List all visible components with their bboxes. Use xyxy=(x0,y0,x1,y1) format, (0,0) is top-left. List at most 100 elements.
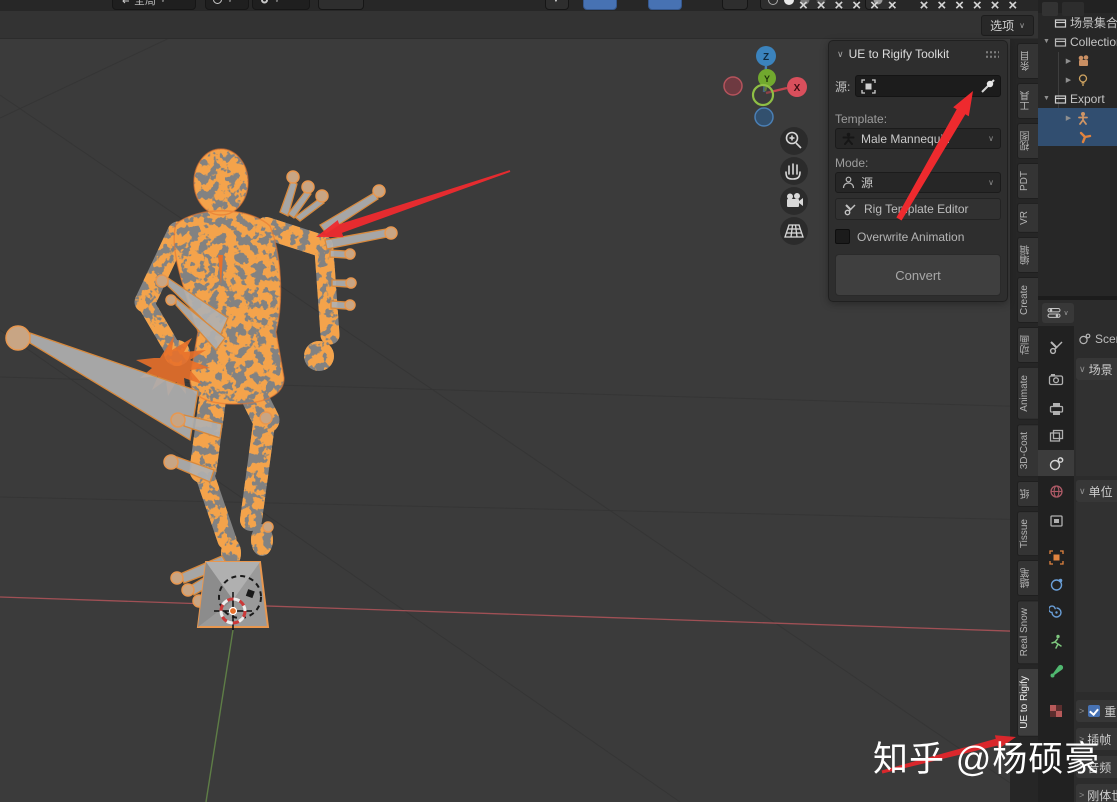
transform-pivot-buttons[interactable] xyxy=(318,0,364,10)
gizmo-neg-y-ball xyxy=(751,83,775,107)
y-axis-line xyxy=(205,629,234,802)
units-panel-header[interactable]: ∨ 单位 xyxy=(1076,480,1117,502)
gizmo-x-label: X xyxy=(794,83,801,94)
x-axis-line xyxy=(0,596,1038,633)
zoom-button[interactable] xyxy=(780,127,808,155)
tab-paper[interactable]: 纸 xyxy=(1017,480,1038,507)
collection-properties-tab[interactable] xyxy=(1038,508,1074,534)
tab-vr[interactable]: VR xyxy=(1017,203,1038,233)
chevron-down-icon: ∨ xyxy=(988,178,994,187)
header-dropdown-arrow[interactable]: ▼ xyxy=(545,0,569,10)
bone-icon xyxy=(1050,664,1063,677)
tab-ue-to-rigify[interactable]: UE to Rigify xyxy=(1017,668,1038,738)
overwrite-animation-checkbox[interactable] xyxy=(835,229,850,244)
navigation-gizmo[interactable]: Z Y X xyxy=(723,46,807,127)
export-collection-label: Export xyxy=(1070,91,1105,106)
bone-joint-icon xyxy=(1079,131,1092,143)
scene-panel-body xyxy=(1076,380,1117,476)
triangle-down-icon: ▼ xyxy=(552,0,560,4)
tab-animate[interactable]: Animate xyxy=(1017,366,1038,420)
convert-button[interactable]: Convert xyxy=(835,254,1001,296)
tool-icon xyxy=(1049,340,1062,354)
gravity-panel-header[interactable]: > 重力 xyxy=(1076,700,1117,722)
outliner-row-light[interactable]: ▶ xyxy=(1038,70,1117,89)
data-properties-tab[interactable] xyxy=(1038,658,1074,684)
overwrite-animation-label: Overwrite Animation xyxy=(857,229,965,244)
tab-animation[interactable]: 动画 xyxy=(1017,326,1038,363)
chevron-right-icon: > xyxy=(1079,790,1085,800)
outliner-row-export-collection[interactable]: ▼ Export xyxy=(1038,89,1117,108)
show-gizmo-toggle[interactable] xyxy=(583,0,617,10)
world-properties-tab[interactable] xyxy=(1038,478,1074,504)
scene-properties-tab[interactable] xyxy=(1038,450,1074,476)
rig-template-editor-button[interactable]: Rig Template Editor xyxy=(835,198,1001,220)
expand-icon[interactable]: ▼ xyxy=(1042,38,1051,45)
show-overlays-toggle[interactable] xyxy=(648,0,682,10)
rig-template-editor-label: Rig Template Editor xyxy=(864,202,969,216)
collection-icon xyxy=(1054,95,1067,104)
render-properties-tab[interactable] xyxy=(1038,366,1074,392)
checker-icon xyxy=(1050,705,1062,717)
scene-section-label: 场景 xyxy=(1088,362,1113,377)
scene-panel-header[interactable]: ∨ 场景 xyxy=(1076,358,1117,380)
options-button[interactable]: 选项 ∨ xyxy=(981,15,1034,36)
person-icon xyxy=(842,176,855,189)
outliner-row-armature-child-selected[interactable] xyxy=(1038,127,1117,146)
tool-properties-tab[interactable] xyxy=(1038,334,1074,360)
texture-properties-tab[interactable] xyxy=(1038,698,1074,724)
expand-icon[interactable]: ▶ xyxy=(1064,114,1073,122)
chevron-right-icon: > xyxy=(1079,706,1085,716)
mode-value: 源 xyxy=(861,176,874,190)
snap-dropdown[interactable]: ∨ xyxy=(252,0,310,10)
view-layer-properties-tab[interactable] xyxy=(1038,423,1074,449)
expand-icon[interactable]: ▶ xyxy=(1064,57,1073,65)
transform-orientation-dropdown[interactable]: 全局 ∨ xyxy=(112,0,196,10)
physics-circle-icon xyxy=(1050,578,1062,591)
drag-grip-icon[interactable] xyxy=(985,49,999,59)
proportional-edit-dropdown[interactable]: ∨ xyxy=(205,0,249,10)
tab-crayon[interactable]: 蜡笔 xyxy=(1017,559,1038,596)
rigidbody-panel-header[interactable]: > 刚体世界 xyxy=(1076,784,1117,802)
tab-edit[interactable]: 编辑 xyxy=(1017,236,1038,273)
outliner-row-armature-selected[interactable]: ▶ xyxy=(1038,108,1117,127)
pan-button[interactable] xyxy=(780,157,808,185)
chevron-down-icon: ∨ xyxy=(160,0,166,4)
running-figure-icon xyxy=(1050,634,1062,649)
object-square-icon xyxy=(1048,549,1064,565)
tab-create[interactable]: Create xyxy=(1017,276,1038,323)
source-object-field[interactable] xyxy=(855,75,1001,97)
outliner-row-collection[interactable]: ▼ Collection xyxy=(1038,32,1117,51)
tab-tissue[interactable]: Tissue xyxy=(1017,510,1038,556)
constraints-properties-tab[interactable] xyxy=(1038,599,1074,625)
camera-view-button[interactable] xyxy=(780,187,808,215)
tab-item[interactable]: 条目 xyxy=(1017,43,1038,79)
expand-icon[interactable]: ▼ xyxy=(1042,95,1051,102)
tab-3d-coat[interactable]: 3D-Coat xyxy=(1017,423,1038,477)
scene-collection-label: 场景集合 xyxy=(1070,16,1117,30)
perspective-toggle-button[interactable] xyxy=(780,217,808,245)
outliner-row-camera[interactable]: ▶ xyxy=(1038,51,1117,70)
tab-pdt[interactable]: PDT xyxy=(1017,163,1038,199)
template-dropdown[interactable]: Male Mannequin ∨ xyxy=(835,128,1001,149)
object-properties-tab[interactable] xyxy=(1038,544,1074,570)
proportional-icon xyxy=(213,0,222,4)
panel-header[interactable]: ∨ UE to Rigify Toolkit xyxy=(829,41,1007,65)
physics-properties-tab[interactable] xyxy=(1038,571,1074,597)
gravity-checkbox[interactable] xyxy=(1088,705,1101,717)
particles-properties-tab[interactable] xyxy=(1038,628,1074,654)
xray-toggle[interactable] xyxy=(722,0,748,10)
gizmo-y-label: Y xyxy=(764,74,770,84)
sidebar-tab-strip: 条目 工具 视图 PDT VR 编辑 Create 动画 Animate 3D-… xyxy=(1010,38,1038,802)
tab-real-snow[interactable]: Real Snow xyxy=(1017,599,1038,665)
chevron-down-icon: ∨ xyxy=(1079,363,1086,374)
mode-dropdown[interactable]: 源 ∨ xyxy=(835,172,1001,193)
tab-tool[interactable]: 工具 xyxy=(1017,83,1038,119)
outliner-row-scene-collection[interactable]: 场景集合 xyxy=(1038,13,1117,32)
render-camera-icon xyxy=(1048,374,1064,386)
tab-view[interactable]: 视图 xyxy=(1017,123,1038,159)
expand-icon[interactable]: ▶ xyxy=(1064,76,1073,84)
editor-type-button[interactable]: ∨ xyxy=(1042,303,1074,323)
viewport-header: 全局 ∨ ∨ ∨ ▼ ×× ×× ×× ×× xyxy=(0,0,1038,11)
output-properties-tab[interactable] xyxy=(1038,396,1074,422)
eyedropper-icon[interactable] xyxy=(980,78,995,94)
